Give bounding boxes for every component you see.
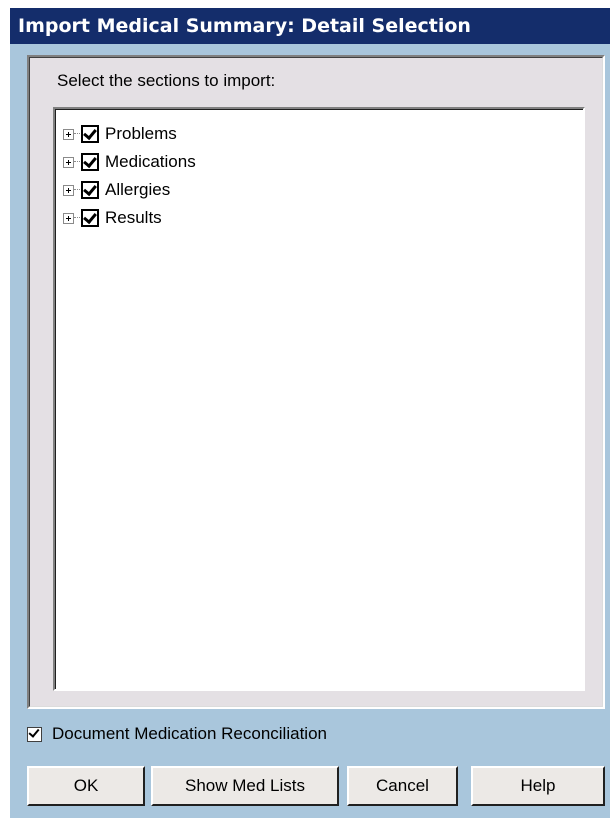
checkmark-icon [83,209,97,225]
tree-item-allergies[interactable]: Allergies [63,178,170,202]
tree-connector [74,217,80,219]
tree-item-problems[interactable]: Problems [63,122,177,146]
dialog-title: Import Medical Summary: Detail Selection [10,8,610,44]
tree-item-label: Allergies [105,180,171,199]
medication-reconciliation-option[interactable]: Document Medication Reconciliation [27,722,327,746]
tree-item-label: Problems [105,124,177,143]
expand-plus-icon[interactable] [63,212,74,224]
checkmark-icon [83,125,97,141]
import-dialog: Import Medical Summary: Detail Selection… [10,8,610,818]
expand-plus-icon[interactable] [63,128,74,140]
problems-checkbox[interactable] [81,125,99,143]
medications-checkbox[interactable] [81,153,99,171]
expand-plus-icon[interactable] [63,184,74,196]
medication-reconciliation-checkbox[interactable] [27,725,42,742]
checkmark-icon [83,153,97,169]
tree-item-results[interactable]: Results [63,206,162,230]
tree-connector [74,161,80,163]
instruction-label: Select the sections to import: [57,71,276,90]
sections-tree[interactable]: Problems Medications Allergies Results [53,107,585,691]
expand-plus-icon[interactable] [63,156,74,168]
checkmark-icon [83,181,97,197]
cancel-button[interactable]: Cancel [347,766,458,806]
allergies-checkbox[interactable] [81,181,99,199]
medication-reconciliation-label: Document Medication Reconciliation [52,724,327,743]
results-checkbox[interactable] [81,209,99,227]
tree-connector [74,133,80,135]
tree-connector [74,189,80,191]
ok-button[interactable]: OK [27,766,145,806]
tree-item-medications[interactable]: Medications [63,150,196,174]
tree-item-label: Results [105,208,162,227]
help-button[interactable]: Help [471,766,605,806]
checkmark-icon [28,725,40,738]
tree-item-label: Medications [105,152,196,171]
show-med-lists-button[interactable]: Show Med Lists [151,766,339,806]
section-selection-panel: Select the sections to import: Problems … [27,55,605,709]
